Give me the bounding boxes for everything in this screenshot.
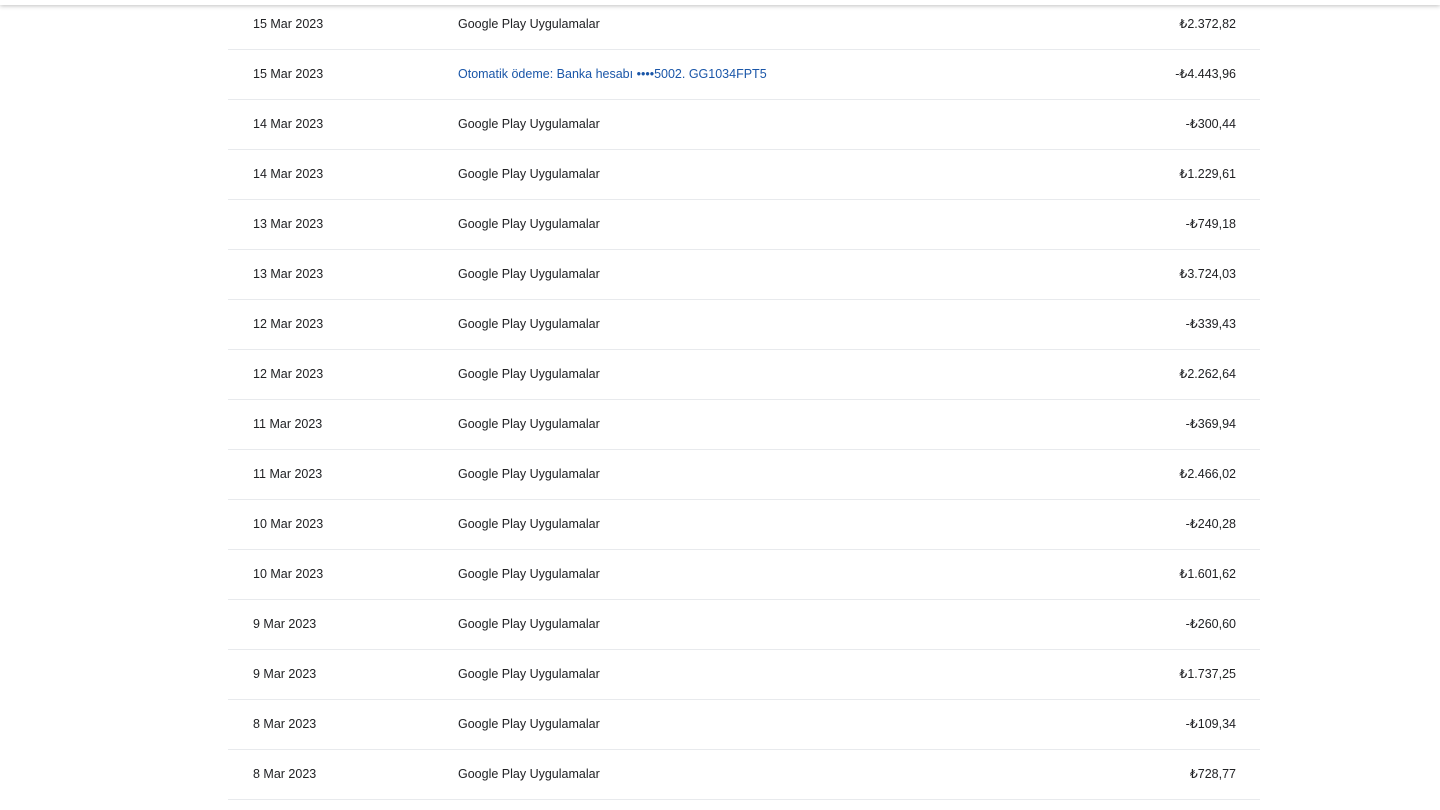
transaction-description: Google Play Uygulamalar <box>458 267 600 281</box>
transaction-amount: -₺4.443,96 <box>1175 67 1236 81</box>
transaction-date: 12 Mar 2023 <box>253 317 324 331</box>
transaction-date: 9 Mar 2023 <box>253 667 317 681</box>
transaction-amount: ₺2.372,82 <box>1179 17 1236 31</box>
transactions-table: 15 Mar 2023 Google Play Uygulamalar ₺2.372… <box>228 0 1260 800</box>
transaction-description: Google Play Uygulamalar <box>458 767 600 781</box>
transaction-date: 15 Mar 2023 <box>253 67 324 81</box>
transaction-amount: -₺749,18 <box>1185 217 1236 231</box>
transaction-description-link[interactable]: Otomatik ödeme: Banka hesabı ••••5002. G… <box>458 50 767 99</box>
transaction-row[interactable]: 10 Mar 2023 Google Play Uygulamalar ₺1.601… <box>228 550 1260 600</box>
transaction-row[interactable]: 9 Mar 2023 Google Play Uygulamalar -₺260,6… <box>228 600 1260 650</box>
transaction-row[interactable]: 13 Mar 2023 Google Play Uygulamalar -₺749,… <box>228 200 1260 250</box>
transaction-date: 11 Mar 2023 <box>253 467 323 481</box>
transaction-amount: -₺260,60 <box>1185 617 1236 631</box>
transaction-row[interactable]: 9 Mar 2023 Google Play Uygulamalar ₺1.737,… <box>228 650 1260 700</box>
transaction-description: Google Play Uygulamalar <box>458 567 600 581</box>
transaction-row[interactable]: 13 Mar 2023 Google Play Uygulamalar ₺3.724… <box>228 250 1260 300</box>
transaction-row[interactable]: 11 Mar 2023 Google Play Uygulamalar -₺369,… <box>228 400 1260 450</box>
transaction-row[interactable]: 8 Mar 2023 Google Play Uygulamalar ₺728,77 <box>228 750 1260 800</box>
transaction-date: 9 Mar 2023 <box>253 617 317 631</box>
transaction-row[interactable]: 15 Mar 2023 Otomatik ödeme: Banka hesabı … <box>228 50 1260 100</box>
transaction-date: 11 Mar 2023 <box>253 417 323 431</box>
transaction-date: 12 Mar 2023 <box>253 367 324 381</box>
transaction-amount: ₺1.737,25 <box>1179 667 1236 681</box>
transaction-date: 10 Mar 2023 <box>253 517 324 531</box>
transaction-amount: -₺240,28 <box>1185 517 1236 531</box>
transaction-amount: -₺339,43 <box>1185 317 1236 331</box>
transaction-amount: ₺728,77 <box>1189 767 1236 781</box>
transaction-description: Google Play Uygulamalar <box>458 117 600 131</box>
header-shadow <box>0 0 1440 5</box>
transaction-date: 14 Mar 2023 <box>253 117 324 131</box>
transaction-description: Google Play Uygulamalar <box>458 167 600 181</box>
transaction-row[interactable]: 12 Mar 2023 Google Play Uygulamalar ₺2.262… <box>228 350 1260 400</box>
transaction-amount: -₺109,34 <box>1185 717 1236 731</box>
transaction-row[interactable]: 8 Mar 2023 Google Play Uygulamalar -₺109,3… <box>228 700 1260 750</box>
transaction-row[interactable]: 15 Mar 2023 Google Play Uygulamalar ₺2.372… <box>228 0 1260 50</box>
transaction-description: Google Play Uygulamalar <box>458 717 600 731</box>
transaction-description: Google Play Uygulamalar <box>458 467 600 481</box>
transaction-description: Google Play Uygulamalar <box>458 17 600 31</box>
transaction-date: 10 Mar 2023 <box>253 567 324 581</box>
transaction-description: Google Play Uygulamalar <box>458 217 600 231</box>
transaction-amount: ₺1.229,61 <box>1179 167 1236 181</box>
transaction-row[interactable]: 11 Mar 2023 Google Play Uygulamalar ₺2.466… <box>228 450 1260 500</box>
transaction-row[interactable]: 14 Mar 2023 Google Play Uygulamalar ₺1.229… <box>228 150 1260 200</box>
transaction-amount: ₺2.466,02 <box>1179 467 1236 481</box>
transaction-date: 8 Mar 2023 <box>253 717 317 731</box>
transaction-date: 15 Mar 2023 <box>253 17 324 31</box>
transaction-amount: ₺1.601,62 <box>1179 567 1236 581</box>
transaction-description: Google Play Uygulamalar <box>458 517 600 531</box>
transaction-amount: ₺3.724,03 <box>1179 267 1236 281</box>
transaction-amount: ₺2.262,64 <box>1179 367 1236 381</box>
transaction-amount: -₺369,94 <box>1185 417 1236 431</box>
transaction-description: Google Play Uygulamalar <box>458 417 600 431</box>
transaction-date: 13 Mar 2023 <box>253 267 324 281</box>
transaction-date: 14 Mar 2023 <box>253 167 324 181</box>
transaction-date: 13 Mar 2023 <box>253 217 324 231</box>
transaction-description: Google Play Uygulamalar <box>458 667 600 681</box>
transaction-amount: -₺300,44 <box>1185 117 1236 131</box>
transaction-row[interactable]: 12 Mar 2023 Google Play Uygulamalar -₺339,… <box>228 300 1260 350</box>
transaction-description: Google Play Uygulamalar <box>458 367 600 381</box>
transaction-date: 8 Mar 2023 <box>253 767 317 781</box>
transaction-row[interactable]: 10 Mar 2023 Google Play Uygulamalar -₺240,… <box>228 500 1260 550</box>
transaction-row[interactable]: 14 Mar 2023 Google Play Uygulamalar -₺300,… <box>228 100 1260 150</box>
transaction-description: Google Play Uygulamalar <box>458 317 600 331</box>
transaction-description: Google Play Uygulamalar <box>458 617 600 631</box>
